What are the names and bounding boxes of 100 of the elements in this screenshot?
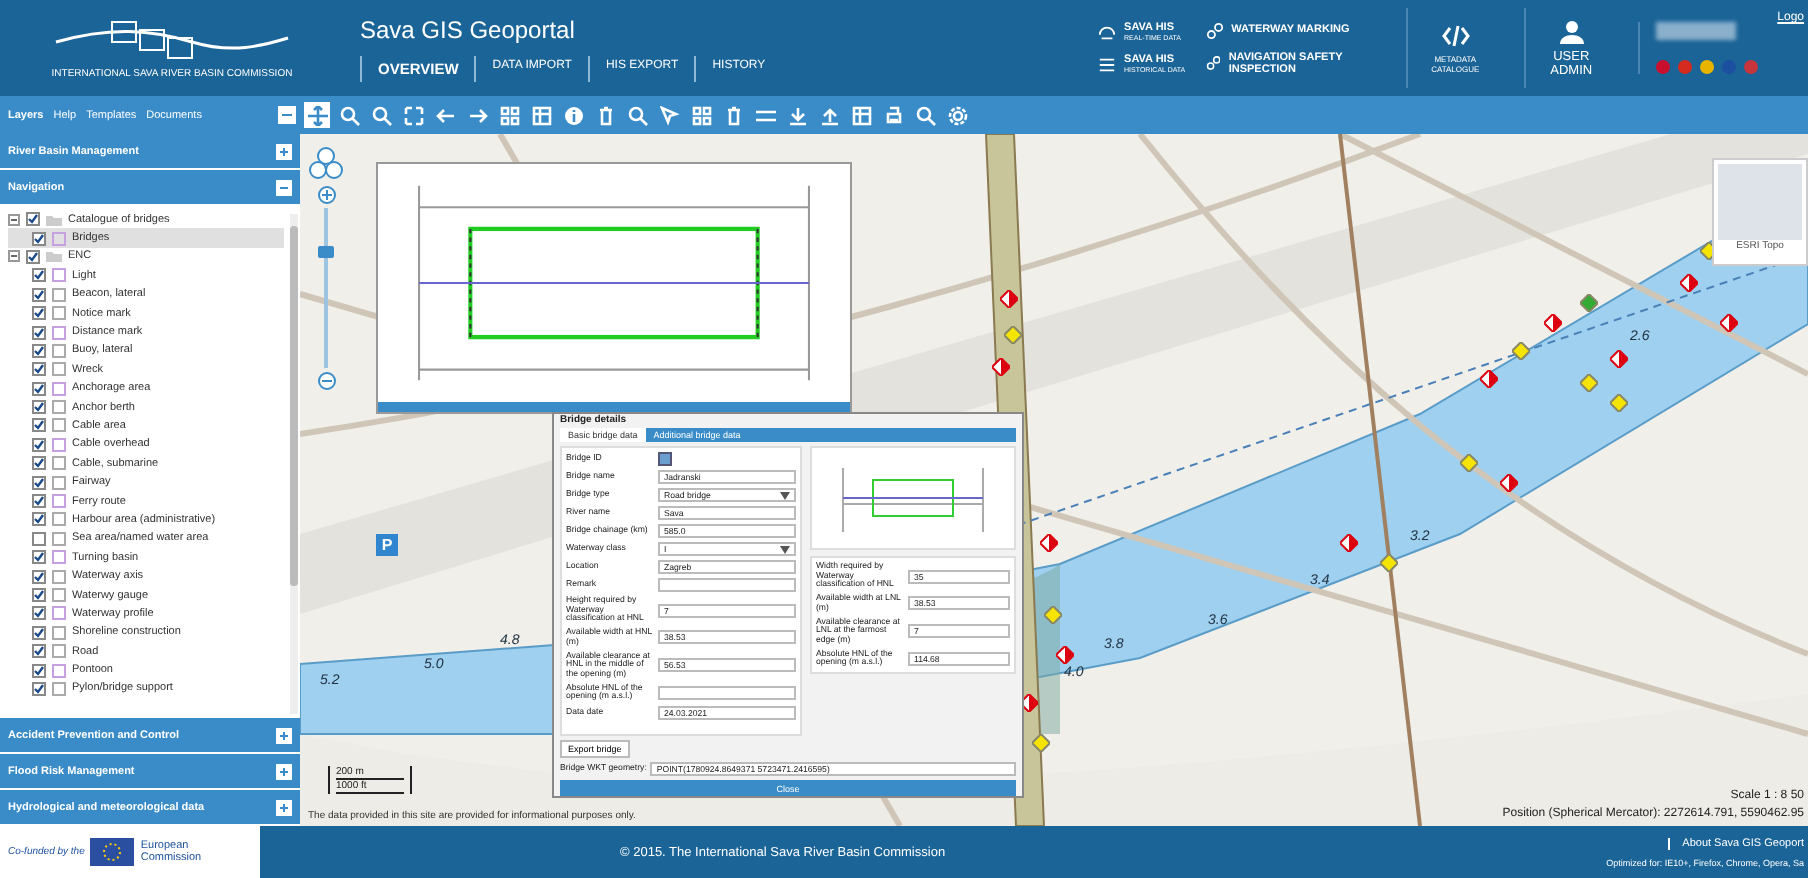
layer-checkbox[interactable] bbox=[32, 625, 46, 640]
eu-flag-icon bbox=[90, 838, 135, 866]
danger-mark-icon[interactable] bbox=[1500, 474, 1518, 492]
diamond-mark-icon[interactable] bbox=[1044, 606, 1062, 624]
danger-mark-icon[interactable] bbox=[1610, 350, 1628, 368]
layer-symbol-icon bbox=[52, 231, 66, 246]
layer-checkbox[interactable] bbox=[32, 362, 46, 377]
tree-toggle-icon[interactable] bbox=[8, 250, 20, 263]
diamond-mark-icon[interactable] bbox=[1700, 242, 1718, 260]
layer-checkbox[interactable] bbox=[32, 569, 46, 584]
collapse-icon[interactable] bbox=[278, 106, 296, 124]
layer-checkbox[interactable] bbox=[32, 437, 46, 452]
info-icon bbox=[563, 105, 583, 125]
settings-tool-button[interactable] bbox=[944, 102, 970, 128]
danger-mark-icon[interactable] bbox=[1056, 646, 1074, 664]
danger-mark-icon[interactable] bbox=[1680, 274, 1698, 292]
search-tool-button[interactable] bbox=[368, 102, 394, 128]
danger-mark-icon[interactable] bbox=[992, 358, 1010, 376]
diamond-mark-icon[interactable] bbox=[1004, 326, 1022, 344]
diamond-mark-icon[interactable] bbox=[1460, 454, 1478, 472]
diamond-mark-icon[interactable] bbox=[1512, 342, 1530, 360]
flag-icon[interactable] bbox=[1699, 60, 1714, 74]
diamond-mark-icon[interactable] bbox=[1380, 554, 1398, 572]
grid-icon bbox=[499, 105, 519, 125]
layer-checkbox[interactable] bbox=[32, 231, 46, 246]
input-field[interactable] bbox=[658, 578, 796, 592]
pointer-icon bbox=[659, 105, 679, 125]
layer-checkbox[interactable] bbox=[32, 512, 46, 527]
layer-checkbox[interactable] bbox=[32, 287, 46, 302]
grid-tool-button[interactable] bbox=[496, 102, 522, 128]
trash-icon bbox=[595, 105, 615, 125]
layer-checkbox[interactable] bbox=[32, 325, 46, 340]
back-icon bbox=[435, 105, 455, 125]
pointer-tool-button[interactable] bbox=[656, 102, 682, 128]
zoom-icon bbox=[339, 105, 359, 125]
layer-checkbox[interactable] bbox=[32, 663, 46, 678]
layer-checkbox[interactable] bbox=[32, 306, 46, 321]
layer-checkbox[interactable] bbox=[32, 400, 46, 415]
scrollbar[interactable] bbox=[290, 214, 298, 714]
search-tool-button[interactable] bbox=[624, 102, 650, 128]
table-icon bbox=[531, 105, 551, 125]
layer-checkbox[interactable] bbox=[32, 606, 46, 621]
pan-tool-button[interactable] bbox=[304, 102, 330, 128]
layer-checkbox[interactable] bbox=[32, 268, 46, 283]
logo-wave-icon bbox=[52, 17, 292, 61]
expand-icon[interactable] bbox=[276, 143, 292, 159]
tree-toggle-icon[interactable] bbox=[8, 213, 20, 226]
trash-icon bbox=[723, 105, 743, 125]
expand-icon[interactable] bbox=[276, 179, 292, 195]
map-thumbnail bbox=[1718, 164, 1802, 240]
layer-checkbox[interactable] bbox=[32, 381, 46, 396]
diamond-mark-icon[interactable] bbox=[1580, 294, 1598, 312]
line-icon bbox=[755, 105, 775, 125]
parking-sign[interactable]: P bbox=[376, 534, 398, 556]
search-tool-button[interactable] bbox=[912, 102, 938, 128]
table-tool-button[interactable] bbox=[528, 102, 554, 128]
grid-icon bbox=[691, 105, 711, 125]
expand-icon[interactable] bbox=[276, 763, 292, 779]
table-tool-button[interactable] bbox=[848, 102, 874, 128]
grid-tool-button[interactable] bbox=[688, 102, 714, 128]
layer-checkbox[interactable] bbox=[32, 644, 46, 659]
caret-icon bbox=[780, 491, 790, 499]
settings-icon bbox=[947, 105, 967, 125]
input-field[interactable] bbox=[658, 685, 796, 700]
layer-checkbox[interactable] bbox=[32, 681, 46, 696]
upload-icon bbox=[819, 105, 839, 125]
danger-mark-icon[interactable] bbox=[1340, 534, 1358, 552]
layer-checkbox[interactable] bbox=[32, 531, 46, 546]
print-icon bbox=[883, 105, 903, 125]
expand-icon[interactable] bbox=[276, 799, 292, 815]
expand-icon[interactable] bbox=[276, 727, 292, 743]
extent-tool-button[interactable] bbox=[400, 102, 426, 128]
search-icon bbox=[371, 105, 391, 125]
layer-checkbox[interactable] bbox=[32, 494, 46, 509]
layer-checkbox[interactable] bbox=[32, 418, 46, 433]
danger-mark-icon[interactable] bbox=[1544, 314, 1562, 332]
download-tool-button[interactable] bbox=[784, 102, 810, 128]
layer-checkbox[interactable] bbox=[32, 343, 46, 358]
extent-icon bbox=[403, 105, 423, 125]
bridge-id-checkbox[interactable] bbox=[658, 452, 672, 466]
list-icon bbox=[1098, 55, 1117, 73]
danger-mark-icon[interactable] bbox=[1000, 290, 1018, 308]
layer-checkbox[interactable] bbox=[32, 456, 46, 471]
code-icon bbox=[1441, 23, 1470, 47]
table-icon bbox=[851, 105, 871, 125]
info-tool-button[interactable] bbox=[560, 102, 586, 128]
pan-icon bbox=[307, 105, 327, 125]
layer-checkbox[interactable] bbox=[32, 475, 46, 490]
user-icon bbox=[1559, 19, 1584, 43]
danger-mark-icon[interactable] bbox=[1720, 314, 1738, 332]
zoom-tool-button[interactable] bbox=[336, 102, 362, 128]
danger-mark-icon[interactable] bbox=[1480, 370, 1498, 388]
search-icon bbox=[915, 105, 935, 125]
layer-checkbox[interactable] bbox=[26, 249, 40, 264]
danger-mark-icon[interactable] bbox=[1040, 534, 1058, 552]
layer-checkbox[interactable] bbox=[26, 212, 40, 227]
layer-checkbox[interactable] bbox=[32, 588, 46, 602]
pan-control-icon[interactable] bbox=[308, 146, 344, 182]
app-title: Sava GIS Geoportal bbox=[360, 15, 577, 43]
layer-checkbox[interactable] bbox=[32, 550, 46, 565]
